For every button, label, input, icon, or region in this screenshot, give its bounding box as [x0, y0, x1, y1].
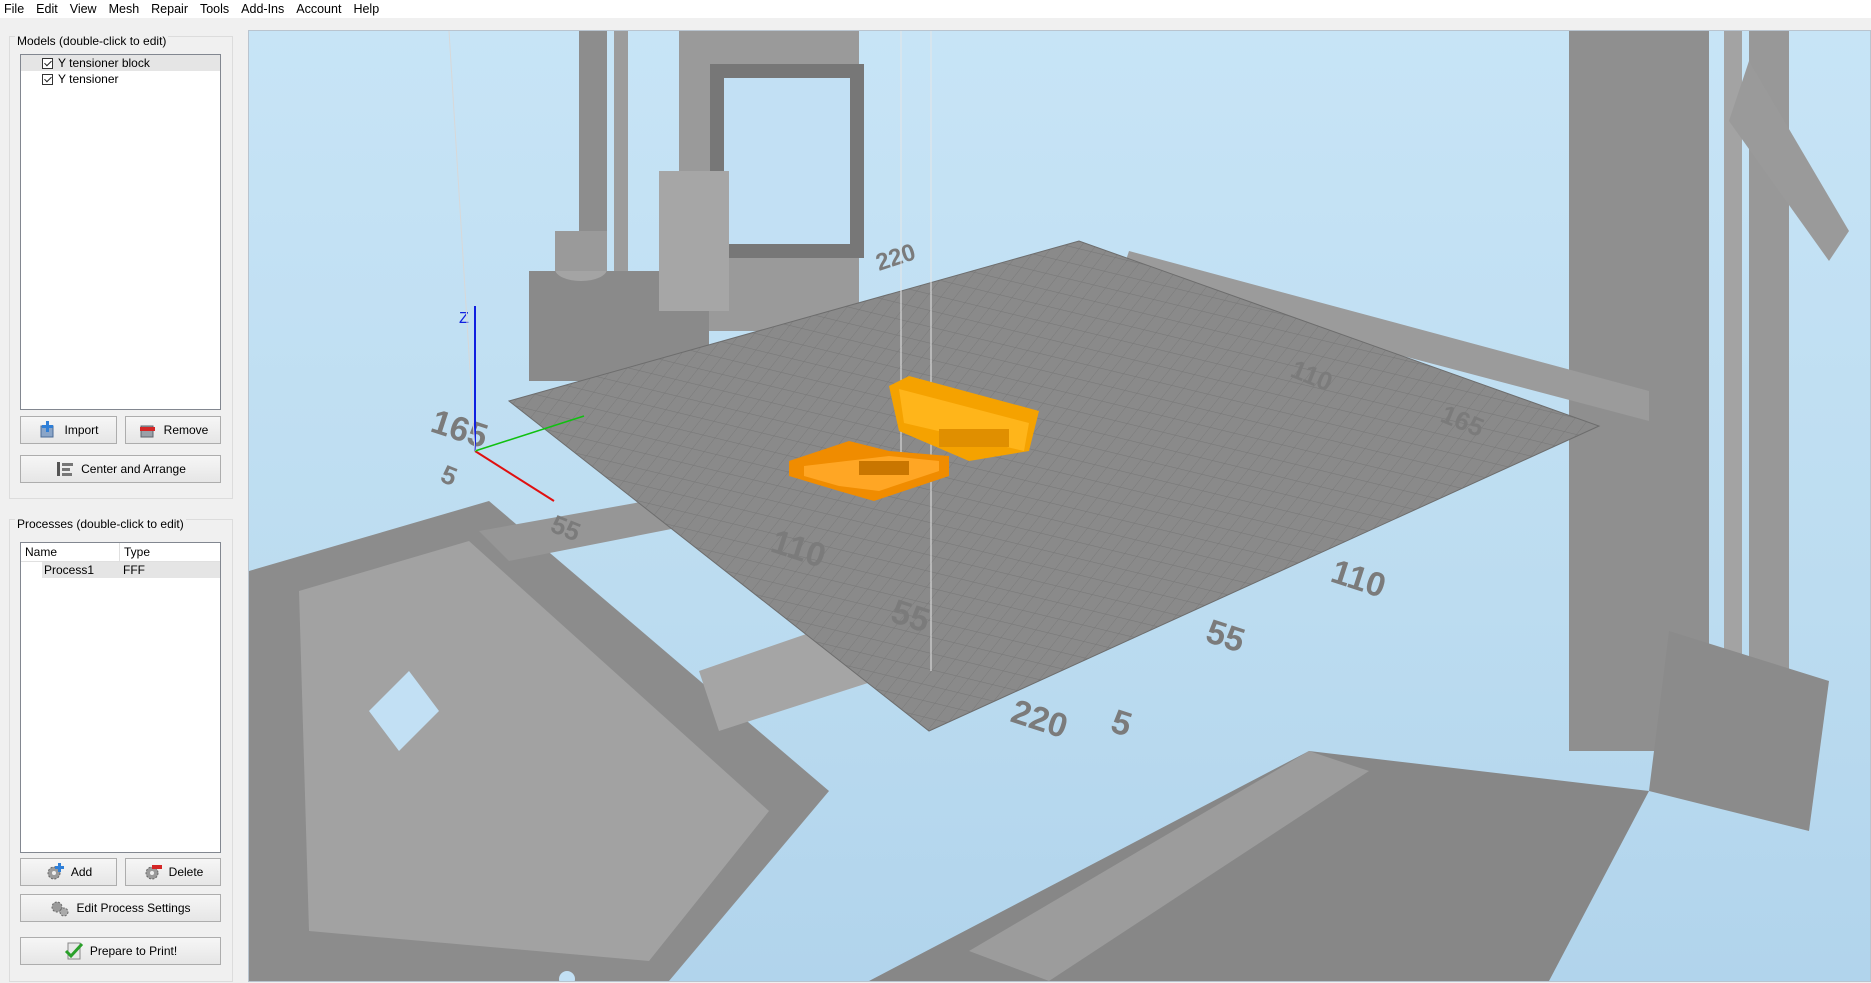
menu-account[interactable]: Account	[290, 0, 347, 18]
import-button-label: Import	[64, 423, 99, 437]
menu-tools[interactable]: Tools	[194, 0, 235, 18]
process-table[interactable]: Name Type Process1 FFF	[20, 542, 221, 853]
column-header-type[interactable]: Type	[119, 543, 220, 561]
center-and-arrange-button[interactable]: Center and Arrange	[20, 455, 221, 483]
prepare-to-print-label: Prepare to Print!	[89, 944, 178, 958]
add-process-label: Add	[70, 865, 93, 879]
menu-view[interactable]: View	[64, 0, 103, 18]
scene[interactable]: 165 110 55 220 110 55 5 220 110 165 55 5…	[249, 31, 1870, 981]
edit-process-settings-label: Edit Process Settings	[76, 901, 191, 915]
bed-label: 55	[1202, 612, 1250, 660]
models-panel: Models (double-click to edit) Y tensione…	[9, 34, 233, 499]
process-table-header: Name Type	[21, 543, 220, 562]
bed-label: 5	[1107, 702, 1137, 744]
process-type-cell: FFF	[123, 563, 145, 577]
model-visibility-checkbox[interactable]	[42, 57, 53, 69]
model-item-label: Y tensioner block	[58, 56, 150, 70]
x-axis-line	[474, 450, 555, 502]
models-list[interactable]: Y tensioner block Y tensioner	[20, 54, 221, 410]
delete-gear-icon	[145, 865, 162, 880]
import-icon	[40, 421, 54, 438]
process-name-cell: Process1	[44, 563, 95, 577]
menu-file[interactable]: File	[0, 0, 30, 18]
3d-viewport[interactable]: 165 110 55 220 110 55 5 220 110 165 55 5…	[248, 30, 1871, 982]
processes-panel-title: Processes (double-click to edit)	[15, 517, 186, 531]
menu-add-ins[interactable]: Add-Ins	[235, 0, 290, 18]
edit-process-settings-button[interactable]: Edit Process Settings	[20, 894, 221, 922]
center-and-arrange-label: Center and Arrange	[81, 462, 186, 476]
processes-panel: Processes (double-click to edit) Name Ty…	[9, 517, 233, 982]
model-item[interactable]: Y tensioner block	[21, 55, 220, 71]
menu-bar: File Edit View Mesh Repair Tools Add-Ins…	[0, 0, 1871, 18]
remove-button-label: Remove	[163, 423, 209, 437]
column-header-name[interactable]: Name	[21, 543, 119, 561]
add-process-button[interactable]: Add	[20, 858, 117, 886]
bed-label: 220	[873, 239, 919, 277]
gears-icon	[51, 901, 69, 917]
model-item[interactable]: Y tensioner	[21, 71, 220, 87]
printer-frame-right	[1569, 31, 1849, 831]
add-gear-icon	[47, 863, 64, 880]
model-item-label: Y tensioner	[58, 72, 119, 86]
delete-process-button[interactable]: Delete	[125, 858, 221, 886]
import-button[interactable]: Import	[20, 416, 117, 444]
model-visibility-checkbox[interactable]	[42, 73, 53, 85]
remove-icon	[139, 425, 155, 438]
menu-help[interactable]: Help	[347, 0, 385, 18]
arrange-icon	[57, 462, 74, 476]
delete-process-label: Delete	[168, 865, 204, 879]
bed-label: 110	[1327, 552, 1391, 605]
menu-repair[interactable]: Repair	[145, 0, 194, 18]
checkmark-document-icon	[64, 942, 83, 960]
menu-edit[interactable]: Edit	[30, 0, 64, 18]
table-row[interactable]: Process1 FFF	[42, 562, 220, 578]
menu-mesh[interactable]: Mesh	[103, 0, 146, 18]
bed-label: 220	[1007, 692, 1073, 746]
prepare-to-print-button[interactable]: Prepare to Print!	[20, 937, 221, 965]
remove-button[interactable]: Remove	[125, 416, 221, 444]
bed-label: 5	[437, 459, 462, 492]
models-panel-title: Models (double-click to edit)	[15, 34, 169, 48]
